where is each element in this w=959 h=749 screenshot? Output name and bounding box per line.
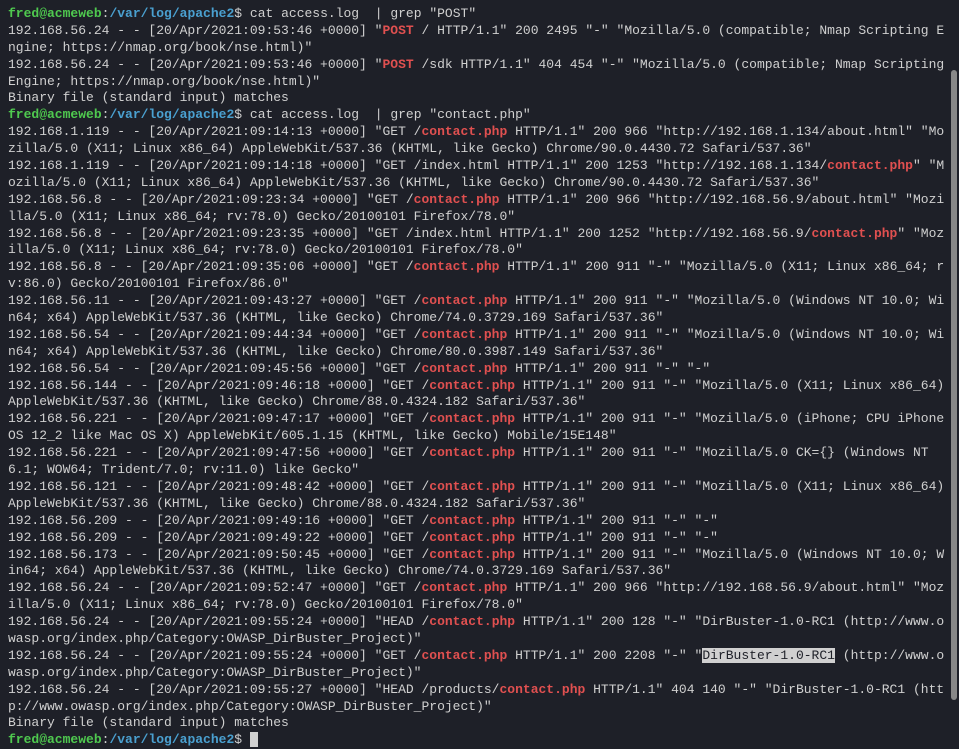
- log-line: 192.168.56.209 - - [20/Apr/2021:09:49:22…: [8, 530, 429, 545]
- grep-match: contact.php: [421, 293, 507, 308]
- log-line: 192.168.56.54 - - [20/Apr/2021:09:44:34 …: [8, 327, 421, 342]
- log-line: HTTP/1.1" 200 2208 "-" ": [507, 648, 702, 663]
- log-line: 192.168.1.119 - - [20/Apr/2021:09:14:13 …: [8, 124, 421, 139]
- command-2: cat access.log | grep "contact.php": [250, 107, 531, 122]
- log-line: HTTP/1.1" 200 911 "-" "-": [515, 530, 718, 545]
- log-line: HTTP/1.1" 200 911 "-" "-": [515, 513, 718, 528]
- grep-match: contact.php: [827, 158, 913, 173]
- grep-match: contact.php: [429, 378, 515, 393]
- grep-match: contact.php: [429, 445, 515, 460]
- grep-match: contact.php: [421, 124, 507, 139]
- log-line: 192.168.56.221 - - [20/Apr/2021:09:47:17…: [8, 411, 429, 426]
- log-line: 192.168.1.119 - - [20/Apr/2021:09:14:18 …: [8, 158, 827, 173]
- grep-match: POST: [382, 23, 413, 38]
- grep-match: contact.php: [421, 648, 507, 663]
- prompt-user: fred@acmeweb: [8, 107, 102, 122]
- binary-notice: Binary file (standard input) matches: [8, 90, 289, 105]
- cursor[interactable]: [250, 732, 258, 747]
- grep-match: contact.php: [429, 479, 515, 494]
- log-line: HTTP/1.1" 200 911 "-" "-": [507, 361, 710, 376]
- log-line: 192.168.56.54 - - [20/Apr/2021:09:45:56 …: [8, 361, 421, 376]
- grep-match: POST: [382, 57, 413, 72]
- prompt-dollar: $: [234, 732, 242, 747]
- log-line: 192.168.56.8 - - [20/Apr/2021:09:23:35 +…: [8, 226, 812, 241]
- log-line: 192.168.56.144 - - [20/Apr/2021:09:46:18…: [8, 378, 429, 393]
- grep-match: contact.php: [429, 547, 515, 562]
- grep-match: contact.php: [414, 259, 500, 274]
- grep-match: contact.php: [812, 226, 898, 241]
- binary-notice: Binary file (standard input) matches: [8, 715, 289, 730]
- log-line: 192.168.56.8 - - [20/Apr/2021:09:23:34 +…: [8, 192, 414, 207]
- log-line: 192.168.56.11 - - [20/Apr/2021:09:43:27 …: [8, 293, 421, 308]
- log-line: 192.168.56.24 - - [20/Apr/2021:09:55:24 …: [8, 648, 421, 663]
- command-1: cat access.log | grep "POST": [250, 6, 476, 21]
- prompt-user: fred@acmeweb: [8, 732, 102, 747]
- log-line: 192.168.56.221 - - [20/Apr/2021:09:47:56…: [8, 445, 429, 460]
- prompt-colon: :: [102, 732, 110, 747]
- log-line: 192.168.56.24 - - [20/Apr/2021:09:53:46 …: [8, 57, 382, 72]
- grep-match: contact.php: [429, 530, 515, 545]
- log-line: 192.168.56.24 - - [20/Apr/2021:09:52:47 …: [8, 580, 421, 595]
- log-line: 192.168.56.173 - - [20/Apr/2021:09:50:45…: [8, 547, 429, 562]
- log-line: 192.168.56.121 - - [20/Apr/2021:09:48:42…: [8, 479, 429, 494]
- prompt-user: fred@acmeweb: [8, 6, 102, 21]
- prompt-path: /var/log/apache2: [109, 732, 234, 747]
- scrollbar[interactable]: [951, 70, 957, 700]
- grep-match: contact.php: [421, 327, 507, 342]
- grep-match: contact.php: [429, 513, 515, 528]
- grep-match: contact.php: [429, 614, 515, 629]
- grep-match: contact.php: [429, 411, 515, 426]
- prompt-path: /var/log/apache2: [109, 107, 234, 122]
- prompt-path: /var/log/apache2: [109, 6, 234, 21]
- grep-match: contact.php: [499, 682, 585, 697]
- grep-match: contact.php: [421, 361, 507, 376]
- grep-match: contact.php: [414, 192, 500, 207]
- log-line: 192.168.56.8 - - [20/Apr/2021:09:35:06 +…: [8, 259, 414, 274]
- log-line: 192.168.56.24 - - [20/Apr/2021:09:55:24 …: [8, 614, 429, 629]
- terminal-output[interactable]: fred@acmeweb:/var/log/apache2$ cat acces…: [8, 6, 951, 749]
- prompt-dollar: $: [234, 107, 242, 122]
- grep-match: contact.php: [421, 580, 507, 595]
- log-line: 192.168.56.24 - - [20/Apr/2021:09:55:27 …: [8, 682, 499, 697]
- log-line: 192.168.56.209 - - [20/Apr/2021:09:49:16…: [8, 513, 429, 528]
- prompt-dollar: $: [234, 6, 242, 21]
- selected-text[interactable]: DirBuster-1.0-RC1: [702, 648, 835, 663]
- log-line: 192.168.56.24 - - [20/Apr/2021:09:53:46 …: [8, 23, 382, 38]
